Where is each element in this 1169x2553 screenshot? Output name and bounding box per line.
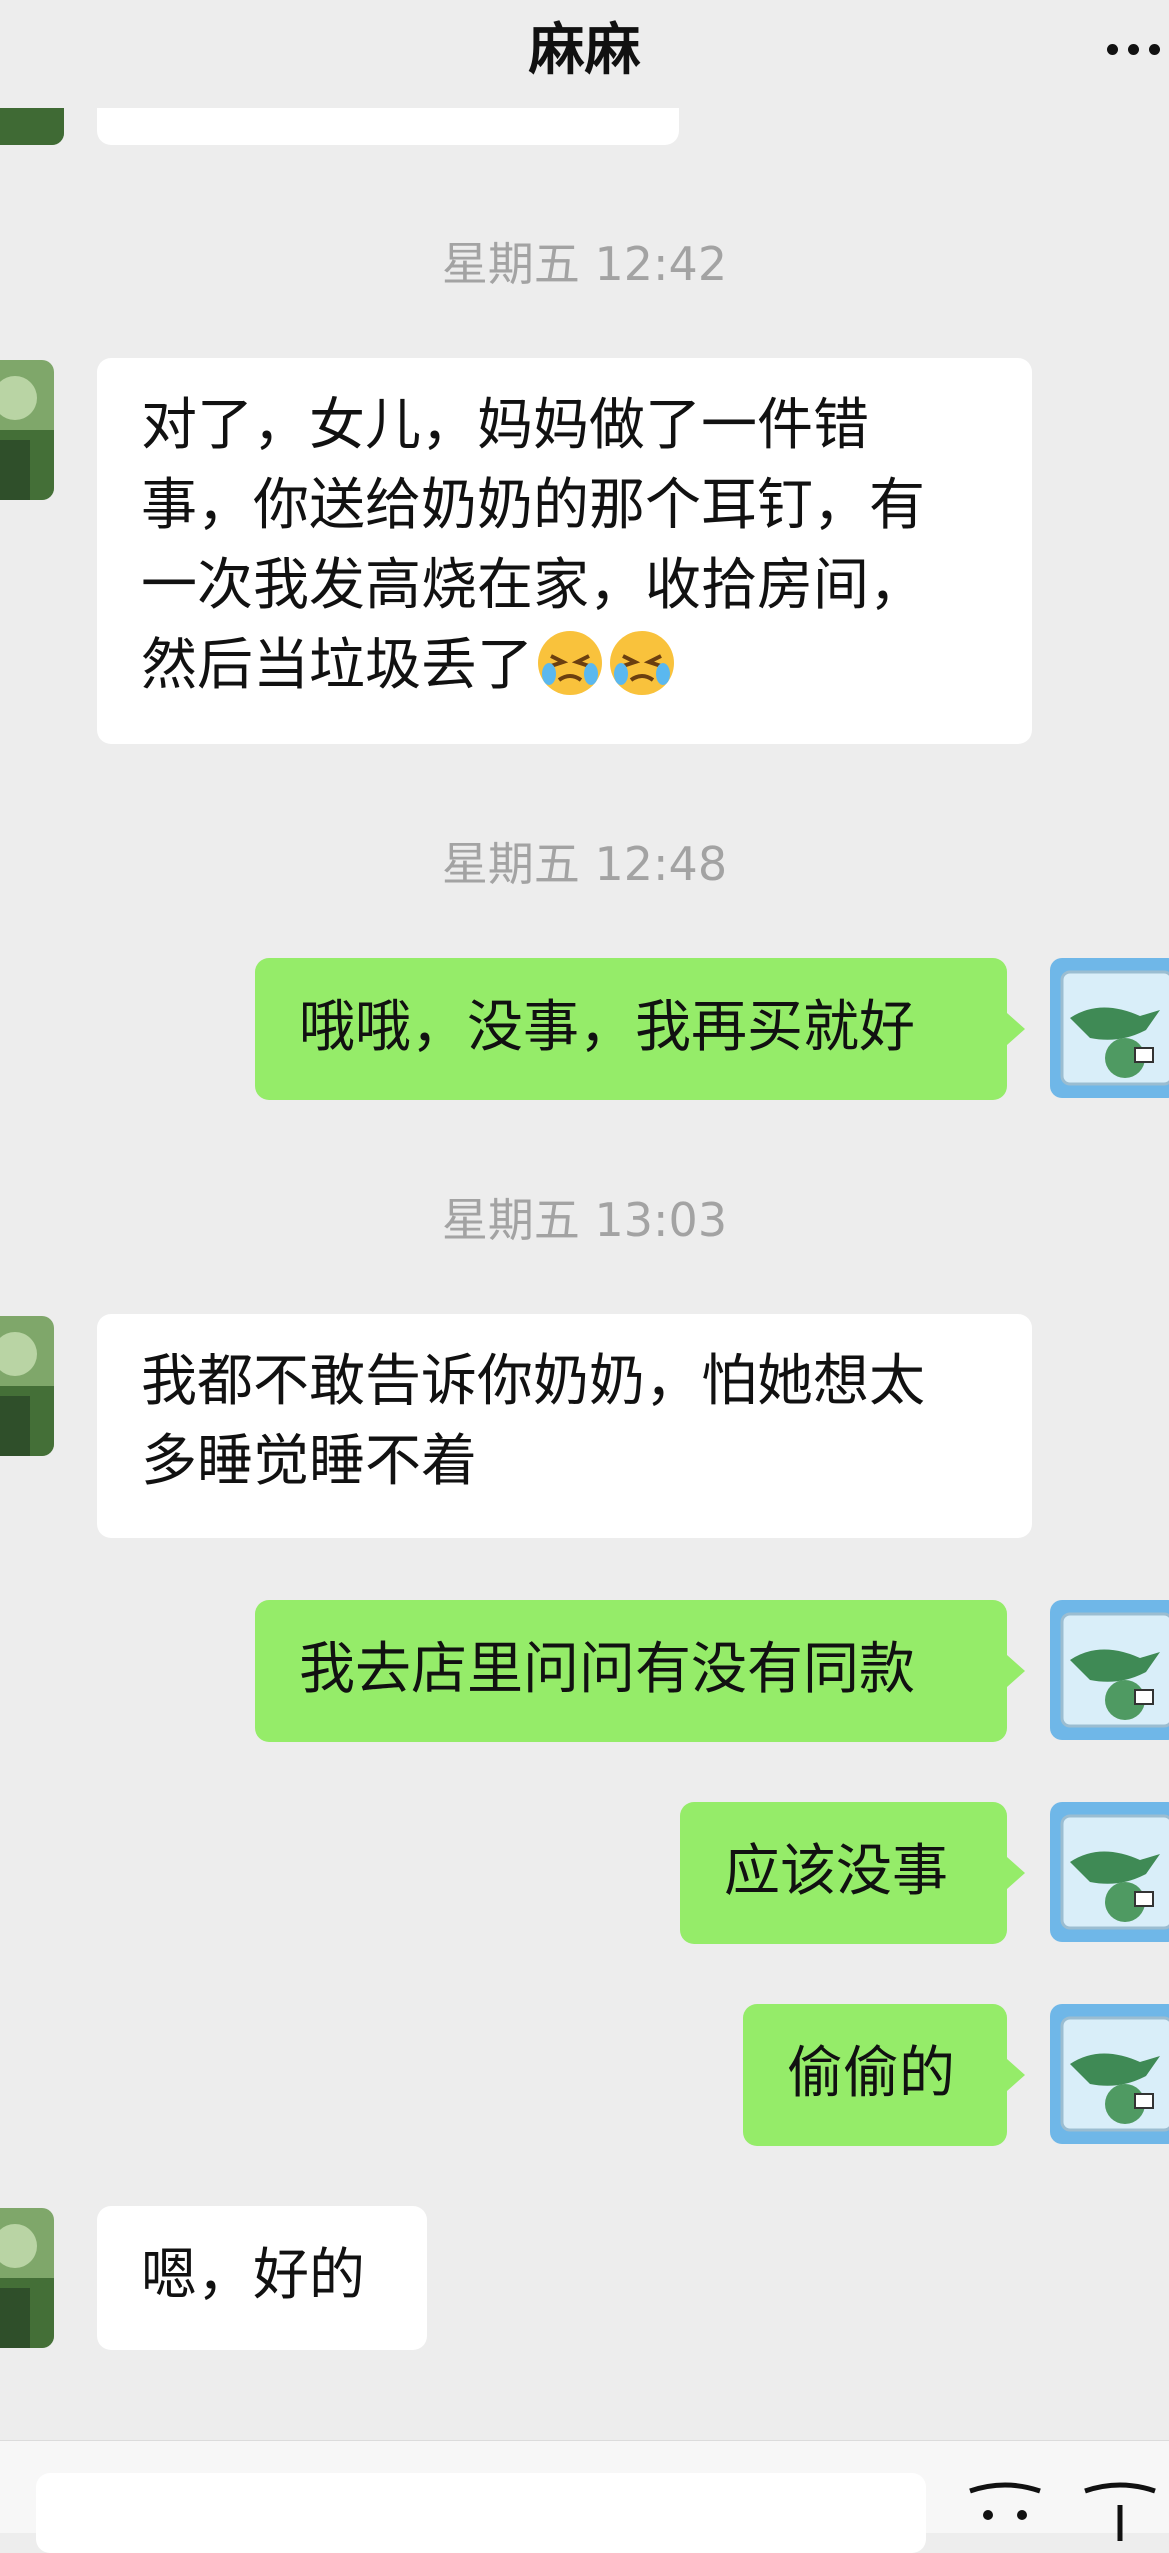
message-text: 我都不敢告诉你奶奶，怕她想太 多睡觉睡不着	[141, 1349, 925, 1494]
contact-avatar[interactable]	[0, 360, 54, 500]
voice-icon[interactable]	[1075, 2481, 1165, 2541]
more-dots-icon[interactable]	[1099, 34, 1169, 64]
contact-avatar[interactable]	[0, 2208, 54, 2348]
message-text: 偷偷的	[787, 2041, 955, 2106]
user-avatar[interactable]	[1050, 958, 1169, 1098]
message-text: 对了，女儿，妈妈做了一件错 事，你送给奶奶的那个耳钉，有 一次我发高烧在家，收拾…	[141, 393, 925, 698]
incoming-message[interactable]: 我都不敢告诉你奶奶，怕她想太 多睡觉睡不着	[97, 1314, 1032, 1538]
message-text: 应该没事	[724, 1839, 948, 1904]
outgoing-message[interactable]: 我去店里问问有没有同款	[255, 1600, 1025, 1742]
user-avatar[interactable]	[1050, 2004, 1169, 2144]
message-text: 我去店里问问有没有同款	[299, 1637, 915, 1702]
timestamp: 星期五 12:48	[441, 837, 728, 891]
outgoing-message[interactable]: 应该没事	[680, 1802, 1025, 1944]
crying-face-emoji-icon	[535, 628, 605, 698]
chat-title: 麻麻	[528, 18, 641, 83]
chat-header: 麻麻	[0, 0, 1169, 108]
user-avatar[interactable]	[1050, 1600, 1169, 1740]
timestamp: 星期五 12:42	[441, 237, 728, 291]
emoji-icon[interactable]	[960, 2481, 1050, 2541]
input-bar	[0, 2440, 1169, 2553]
crying-face-emoji-icon	[607, 628, 677, 698]
outgoing-message[interactable]: 偷偷的	[743, 2004, 1025, 2146]
contact-avatar[interactable]	[0, 1316, 54, 1456]
timestamp: 星期五 13:03	[441, 1193, 728, 1247]
chat-area[interactable]: 星期五 12:42 对了，女儿，妈妈做了一件错 事，你送给奶奶的那个耳钉，有 一…	[0, 0, 1169, 2532]
incoming-message[interactable]: 对了，女儿，妈妈做了一件错 事，你送给奶奶的那个耳钉，有 一次我发高烧在家，收拾…	[97, 358, 1032, 744]
message-input[interactable]	[36, 2473, 926, 2553]
message-text: 哦哦，没事，我再买就好	[299, 995, 915, 1060]
user-avatar[interactable]	[1050, 1802, 1169, 1942]
incoming-message[interactable]: 嗯，好的	[97, 2206, 427, 2350]
message-text: 嗯，好的	[141, 2243, 365, 2308]
outgoing-message[interactable]: 哦哦，没事，我再买就好	[255, 958, 1025, 1100]
